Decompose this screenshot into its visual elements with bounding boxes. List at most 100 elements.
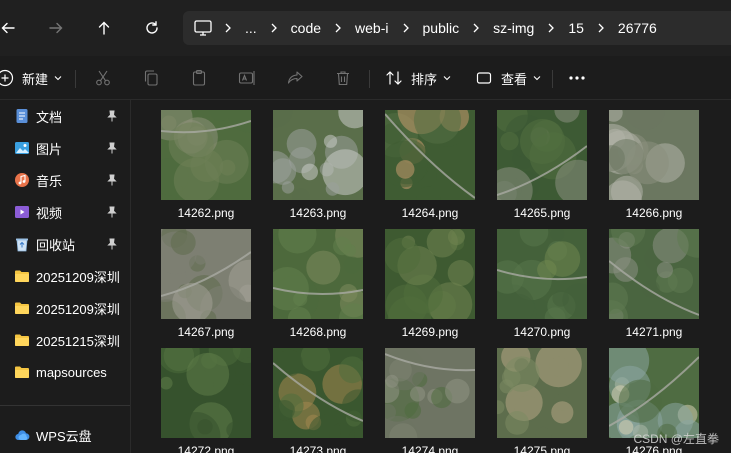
new-button[interactable]: 新建 xyxy=(0,62,62,94)
sidebar-item-label: 20251215深圳 xyxy=(36,333,120,349)
back-arrow-icon xyxy=(1,22,15,34)
sort-icon xyxy=(386,71,402,85)
sort-label: 排序 xyxy=(411,71,438,87)
file-thumbnail xyxy=(385,348,475,438)
sidebar-item-recycle-bin[interactable]: 回收站 xyxy=(0,229,130,259)
file-item[interactable]: 14262.png xyxy=(161,110,251,220)
sidebar-item-label: 20251209深圳 xyxy=(36,301,120,317)
file-item[interactable]: 14271.png xyxy=(609,229,699,339)
back-button[interactable] xyxy=(0,14,22,42)
sidebar-item-label: 文档 xyxy=(36,109,63,125)
breadcrumb-item[interactable]: 15 xyxy=(562,20,590,36)
sidebar-item-pictures[interactable]: 图片 xyxy=(0,133,130,163)
sidebar-item-folder[interactable]: 20251209深圳 xyxy=(0,261,130,291)
sidebar-item-label: 视频 xyxy=(36,205,63,221)
breadcrumb-current[interactable]: 26776 xyxy=(612,20,663,36)
chevron-right-icon xyxy=(395,23,417,33)
file-item[interactable]: 14270.png xyxy=(497,229,587,339)
file-item[interactable]: 14273.png xyxy=(273,348,363,453)
forward-arrow-icon xyxy=(49,22,63,34)
file-thumbnail xyxy=(273,348,363,438)
sidebar-item-folder[interactable]: mapsources xyxy=(0,357,130,387)
file-thumbnail xyxy=(609,229,699,319)
sidebar-item-label: 音乐 xyxy=(36,173,63,189)
copy-button[interactable] xyxy=(142,62,160,94)
delete-button[interactable] xyxy=(334,62,352,94)
sidebar-item-wps-cloud[interactable]: WPS云盘 xyxy=(0,420,130,450)
breadcrumb-item[interactable]: web-i xyxy=(349,20,394,36)
file-name: 14266.png xyxy=(625,206,683,220)
file-thumbnail xyxy=(161,348,251,438)
file-item[interactable]: 14265.png xyxy=(497,110,587,220)
breadcrumb-item[interactable]: sz-img xyxy=(487,20,540,36)
file-thumbnail xyxy=(273,229,363,319)
refresh-button[interactable] xyxy=(138,14,166,42)
file-item[interactable]: 14267.png xyxy=(161,229,251,339)
pin-icon[interactable] xyxy=(106,238,118,250)
up-button[interactable] xyxy=(90,14,118,42)
file-item[interactable]: 14266.png xyxy=(609,110,699,220)
view-button[interactable]: 查看 xyxy=(475,62,541,94)
file-name: 14273.png xyxy=(289,444,347,453)
sidebar-item-documents[interactable]: 文档 xyxy=(0,101,130,131)
file-name: 14271.png xyxy=(625,325,683,339)
file-item[interactable]: 14274.png xyxy=(385,348,475,453)
pictures-icon xyxy=(15,142,29,154)
file-name: 14270.png xyxy=(513,325,571,339)
address-bar[interactable]: ... code web-i public sz-img 15 26776 xyxy=(183,11,731,45)
file-item[interactable]: 14275.png xyxy=(497,348,587,453)
cloud-icon xyxy=(15,430,30,441)
file-thumbnail xyxy=(273,110,363,200)
chevron-right-icon xyxy=(327,23,349,33)
pin-icon[interactable] xyxy=(106,110,118,122)
file-thumbnail xyxy=(497,229,587,319)
scissors-icon xyxy=(96,70,110,86)
sidebar-item-videos[interactable]: 视频 xyxy=(0,197,130,227)
file-item[interactable]: 14263.png xyxy=(273,110,363,220)
rename-button[interactable] xyxy=(238,62,256,94)
breadcrumb: ... code web-i public sz-img 15 26776 xyxy=(217,20,663,36)
sidebar-item-music[interactable]: 音乐 xyxy=(0,165,130,195)
cut-button[interactable] xyxy=(94,62,112,94)
more-options-button[interactable] xyxy=(568,62,586,94)
share-icon xyxy=(287,71,303,84)
file-item[interactable]: 14272.png xyxy=(161,348,251,453)
pin-icon[interactable] xyxy=(106,142,118,154)
sort-button[interactable]: 排序 xyxy=(385,62,451,94)
folder-icon xyxy=(15,302,29,314)
this-pc-icon xyxy=(194,20,212,36)
file-item[interactable]: 14269.png xyxy=(385,229,475,339)
clipboard-icon xyxy=(192,69,206,86)
breadcrumb-item[interactable]: public xyxy=(417,20,466,36)
trash-icon xyxy=(337,71,349,86)
pin-icon[interactable] xyxy=(106,174,118,186)
file-item[interactable]: 14264.png xyxy=(385,110,475,220)
sidebar-divider xyxy=(0,405,130,406)
file-thumbnail xyxy=(385,229,475,319)
copy-icon xyxy=(144,70,158,86)
file-thumbnail xyxy=(161,229,251,319)
address-row: ... code web-i public sz-img 15 26776 xyxy=(0,0,731,56)
file-grid: 14262.png 14263.png 14264.png 14265.png 1426… xyxy=(131,100,731,453)
file-name: 14274.png xyxy=(401,444,459,453)
pin-icon[interactable] xyxy=(106,206,118,218)
sidebar-item-label: 回收站 xyxy=(36,237,76,253)
file-name: 14269.png xyxy=(401,325,459,339)
breadcrumb-item[interactable]: code xyxy=(285,20,327,36)
paste-button[interactable] xyxy=(190,62,208,94)
file-thumbnail xyxy=(497,348,587,438)
chevron-right-icon xyxy=(465,23,487,33)
share-button[interactable] xyxy=(286,62,304,94)
folder-icon xyxy=(15,334,29,346)
chevron-down-icon xyxy=(54,76,62,81)
file-thumbnail xyxy=(385,110,475,200)
chevron-right-icon xyxy=(263,23,285,33)
file-thumbnail xyxy=(161,110,251,200)
sidebar-item-folder[interactable]: 20251209深圳 xyxy=(0,293,130,323)
forward-button[interactable] xyxy=(42,14,70,42)
music-icon xyxy=(15,173,29,187)
breadcrumb-overflow[interactable]: ... xyxy=(239,20,263,36)
sidebar-item-folder[interactable]: 20251215深圳 xyxy=(0,325,130,355)
toolbar-divider xyxy=(369,70,370,88)
file-item[interactable]: 14268.png xyxy=(273,229,363,339)
